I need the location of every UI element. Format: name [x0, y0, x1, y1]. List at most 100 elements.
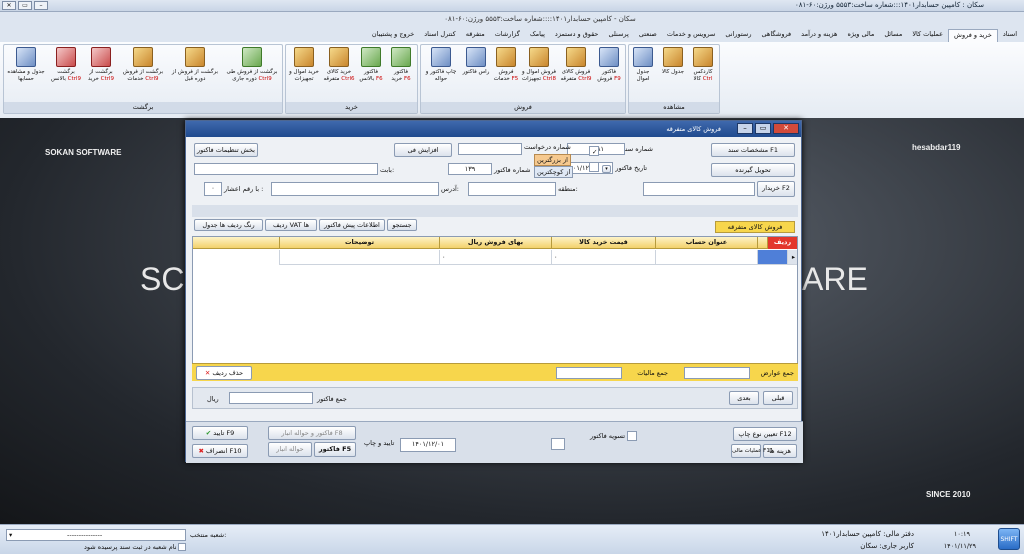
confirm-f9-button[interactable]: ✔ تایید F9 — [192, 426, 248, 440]
dialog-close-button[interactable]: ✕ — [773, 123, 799, 134]
next-button[interactable]: بعدی — [729, 391, 759, 405]
opt-biggest[interactable]: از بزرگترین — [534, 154, 571, 166]
tab-issues[interactable]: مسائل — [879, 29, 907, 42]
ribbon-group-purchase: فاکتور خرید F6 فاکتور بالانس F6 خرید کالای… — [285, 44, 418, 114]
tab-reports[interactable]: گزارشات — [490, 29, 525, 42]
subtab-search[interactable]: جستجو — [387, 219, 417, 231]
return-sale-previous-button[interactable]: برگشت از فروش از دوره قبل — [168, 47, 222, 101]
maximize-window-button[interactable]: ▭ — [18, 1, 32, 10]
buyer-field[interactable] — [643, 182, 755, 196]
date-dropdown-button[interactable]: ▾ — [602, 165, 611, 173]
print-type-button[interactable]: تعیین نوع چاپ F12 — [733, 427, 797, 441]
branch-select[interactable]: --------------- ▾ — [6, 529, 186, 541]
dialog-minimize-button[interactable]: – — [737, 123, 753, 134]
tab-documents[interactable]: اسناد — [998, 29, 1022, 42]
cell-notes[interactable] — [279, 250, 439, 265]
subtab-row-colors[interactable]: رنگ ردیف ها جدول — [194, 219, 263, 231]
cancel-f10-button[interactable]: ✖ انصراف F10 — [192, 444, 248, 458]
return-balance-button[interactable]: برگشت بالانس Ctrl9 — [50, 47, 82, 101]
address-field[interactable] — [271, 182, 439, 196]
big-word-left: SC — [140, 261, 185, 297]
tab-restaurant[interactable]: رستورانی — [720, 29, 756, 42]
tab-payroll[interactable]: حقوق و دستمزد — [550, 29, 604, 42]
dialog-maximize-button[interactable]: ▭ — [755, 123, 771, 134]
delete-row-button[interactable]: ✕ حذف ردیف — [196, 366, 252, 380]
request-no-field[interactable] — [458, 143, 522, 155]
accounts-table-button[interactable]: جدول و مشاهده حسابها — [4, 47, 48, 101]
shift-key-icon[interactable]: SHIFT — [998, 528, 1020, 550]
assets-table-button[interactable]: جدول اموال — [629, 47, 657, 101]
return-sale-current-button[interactable]: برگشت از فروش طی دوره جاری Ctrl9 — [224, 47, 280, 101]
sale-invoice-button[interactable]: فاکتور فروش F9 — [595, 47, 623, 101]
tab-store[interactable]: فروشگاهی — [756, 29, 796, 42]
doc-header-button[interactable]: مشخصات سند F1 — [711, 143, 795, 157]
tab-sms[interactable]: پیامک — [525, 29, 550, 42]
buyer-button[interactable]: خریدار F2 — [757, 181, 795, 197]
financial-ops-button[interactable]: عملیات مالی F11 — [731, 444, 773, 458]
tab-exit-backup[interactable]: خروج و پشتیبان — [367, 29, 419, 42]
invoice-f5-button[interactable]: فاکتور F5 — [314, 442, 356, 457]
minimize-window-button[interactable]: – — [34, 1, 48, 10]
settle-stepper[interactable] — [551, 438, 565, 450]
invoice-icon — [599, 47, 619, 67]
bottom-date-field[interactable]: ۱۴۰۱/۱۲/۰۱ — [400, 438, 456, 452]
decimal-field[interactable]: ۰ — [204, 182, 222, 196]
tab-misc[interactable]: متفرقه — [461, 29, 490, 42]
assets-sale-button[interactable]: فروش اموال و تجهیزات Ctrl8 — [521, 47, 557, 101]
opt-smallest[interactable]: از کوچکترین — [534, 166, 574, 178]
ribbon-tabs: اسناد خرید و فروش عملیات کالا مسائل مالی… — [0, 28, 1024, 42]
misc-goods-purchase-button[interactable]: خرید کالای متفرقه Ctrl6 — [323, 47, 355, 101]
service-sale-button[interactable]: فروش خدمات F5 — [493, 47, 519, 101]
sum-duties-field — [684, 367, 750, 379]
misc-goods-sale-button[interactable]: فروش کالای متفرقه Ctrl9 — [559, 47, 593, 101]
invoice-warehouse-f8-button[interactable]: فاکتور و حواله انبار F8 — [268, 426, 356, 440]
tools-icon — [466, 47, 486, 67]
tab-doc-control[interactable]: کنترل اسناد — [419, 29, 460, 42]
accounts-icon — [16, 47, 36, 67]
tab-services[interactable]: سرویس و خدمات — [662, 29, 721, 42]
invoice-no-field[interactable]: ۱۳۹ — [448, 163, 492, 175]
tab-industrial[interactable]: صنعتی — [634, 29, 662, 42]
return-service-sale-button[interactable]: برگشت از فروش خدمات Ctrl9 — [120, 47, 166, 101]
return-previous-icon — [185, 47, 205, 67]
purchase-invoice-button[interactable]: فاکتور خرید F6 — [387, 47, 415, 101]
invoice-settings-button[interactable]: بخش تنظیمات فاکتور — [194, 143, 258, 157]
bottom-action-area: تعیین نوع چاپ F12 هزینه ها عملیات مالی F… — [186, 421, 803, 463]
prev-button[interactable]: قبلی — [763, 391, 793, 405]
biggest-checkbox[interactable]: ✓ — [589, 146, 599, 156]
goods-table-button[interactable]: جدول کالا — [659, 47, 687, 101]
tab-personnel[interactable]: پرسنلی — [603, 29, 633, 42]
tab-goods[interactable]: عملیات کالا — [907, 29, 948, 42]
stock-card-button[interactable]: کاردکس کالا Ctrl — [689, 47, 717, 101]
subtab-vat-rows[interactable]: ردیف VAT ها — [265, 219, 317, 231]
rial-label: ریال — [207, 395, 219, 403]
return-purchase-button[interactable]: برگشت از خرید Ctrl9 — [84, 47, 118, 101]
assets-purchase-button[interactable]: خرید اموال و تجهیزات — [287, 47, 321, 101]
branch-ask-checkbox[interactable] — [178, 543, 186, 551]
cell-purchase-price[interactable]: ۰ — [551, 250, 655, 265]
tab-cost-income[interactable]: هزینه و درآمد — [796, 29, 842, 42]
branch-label: شعبه منتخب: — [190, 531, 227, 539]
clock-time: ۱۰:۱۹ — [953, 530, 970, 538]
sum-invoice-field — [229, 392, 313, 404]
region-field[interactable] — [468, 182, 556, 196]
settle-checkbox[interactable] — [627, 431, 637, 441]
return-balance-icon — [56, 47, 76, 67]
increase-price-button[interactable]: افزایش فی — [394, 143, 452, 157]
delivery-button[interactable]: تحویل گیرنده — [711, 163, 795, 177]
invoice-balance-button[interactable]: راس فاکتور — [461, 47, 491, 101]
grid-header: ردیف عنوان حساب قیمت خرید کالا بهای فروش… — [193, 237, 797, 249]
tab-buy-sell[interactable]: خرید و فروش — [948, 29, 998, 42]
subtab-proforma[interactable]: اطلاعات پیش فاکتور — [319, 219, 385, 231]
smallest-checkbox[interactable] — [589, 162, 599, 172]
cell-account[interactable] — [655, 250, 757, 265]
tab-special-finance[interactable]: مالی ویژه — [842, 29, 879, 42]
user-label: کاربر جاری: سکان — [860, 542, 914, 550]
close-window-button[interactable]: ✕ — [2, 1, 16, 10]
cell-row[interactable] — [757, 250, 787, 265]
cell-sale-price[interactable]: ۰ — [439, 250, 551, 265]
for-field[interactable] — [194, 163, 378, 175]
balance-invoice-button[interactable]: فاکتور بالانس F6 — [357, 47, 385, 101]
warehouse-receipt-button[interactable]: حواله انبار — [268, 442, 312, 457]
print-invoice-button[interactable]: چاپ فاکتور و حواله — [423, 47, 459, 101]
